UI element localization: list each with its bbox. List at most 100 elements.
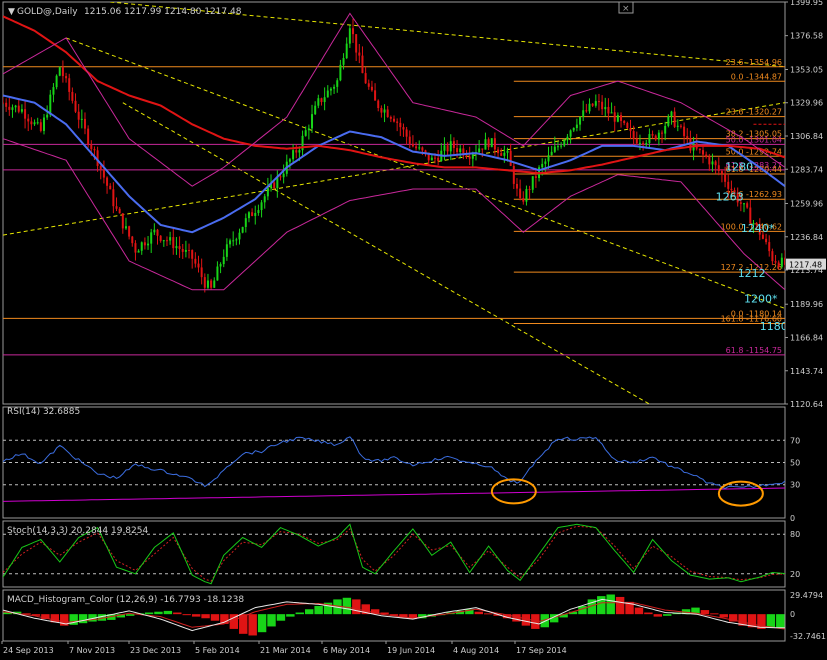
candle-body <box>626 123 629 129</box>
candle-body <box>55 75 58 88</box>
candle-body <box>156 229 159 236</box>
candle-body <box>320 98 323 103</box>
candle-body <box>389 116 392 119</box>
candle-body <box>459 148 462 153</box>
candle-body <box>11 107 14 110</box>
y-axis-tick-label: 1143.74 <box>790 367 823 376</box>
candle-body <box>140 242 143 251</box>
candle-body <box>102 169 105 178</box>
candle-body <box>260 202 263 211</box>
macd-histogram-bar <box>634 607 644 615</box>
macd-histogram-bar <box>597 596 606 615</box>
candle-body <box>683 126 686 137</box>
collapse-arrow-icon[interactable]: ▼ <box>8 7 15 17</box>
candle-body <box>506 150 509 153</box>
price-target-annotation: 1280 <box>725 160 753 173</box>
close-icon-glyph: × <box>622 4 630 14</box>
last-price-label: 1217.48 <box>789 261 822 270</box>
candle-body <box>522 198 525 202</box>
candle-body <box>80 118 83 120</box>
candle-body <box>323 97 326 103</box>
candle-body <box>112 189 115 207</box>
x-axis-tick-label: 24 Sep 2013 <box>3 646 54 655</box>
candle-body <box>620 115 623 121</box>
macd-histogram-bar <box>342 597 352 615</box>
candle-body <box>493 138 496 150</box>
candle-body <box>352 28 355 35</box>
candle-body <box>200 267 203 278</box>
candle-body <box>266 187 269 197</box>
macd-histogram-bar <box>154 611 163 615</box>
candle-body <box>65 76 68 79</box>
stoch-indicator-title: Stoch(14,3,3) 20.2844 19.8254 <box>7 526 148 536</box>
candle-body <box>175 246 178 249</box>
candle-body <box>115 206 118 209</box>
candle-body <box>225 244 228 257</box>
candle-body <box>487 139 490 148</box>
candle-body <box>326 90 329 98</box>
x-axis-tick-label: 4 Aug 2014 <box>453 646 499 655</box>
candle-body <box>124 226 127 229</box>
candle-body <box>566 136 569 141</box>
candle-body <box>169 237 172 241</box>
y-axis-tick-label: 1259.96 <box>790 199 823 208</box>
chart-symbol-title: GOLD@,Daily <box>17 7 78 17</box>
candle-body <box>206 280 209 288</box>
macd-histogram-bar <box>267 614 276 627</box>
candle-body <box>661 132 664 134</box>
candle-body <box>121 213 124 229</box>
y-axis-tick-label: 1329.96 <box>790 99 823 108</box>
candle-body <box>607 106 610 114</box>
candle-body <box>525 188 528 202</box>
x-axis-tick-label: 6 May 2014 <box>323 646 370 655</box>
candle-body <box>698 148 701 151</box>
candle-body <box>405 129 408 137</box>
macd-histogram-bar <box>663 614 672 616</box>
candle-body <box>601 101 604 110</box>
macd-histogram-bar <box>295 612 304 615</box>
candle-body <box>251 212 254 216</box>
candle-body <box>339 64 342 81</box>
candle-body <box>503 152 506 156</box>
candle-body <box>396 121 399 123</box>
candle-body <box>541 163 544 168</box>
candle-body <box>106 177 109 186</box>
candle-body <box>178 246 181 250</box>
chart-background <box>0 0 827 656</box>
candle-body <box>229 240 232 245</box>
y-axis-tick-label: 1166.84 <box>790 334 823 343</box>
candle-body <box>471 154 474 159</box>
candle-body <box>27 118 30 122</box>
candle-body <box>591 103 594 106</box>
candle-body <box>30 121 33 125</box>
candle-body <box>374 90 377 101</box>
candle-body <box>437 157 440 162</box>
candle-body <box>569 130 572 137</box>
candle-body <box>556 146 559 148</box>
candle-body <box>424 150 427 153</box>
macd-histogram-bar <box>710 613 719 615</box>
candle-body <box>402 127 405 130</box>
candle-body <box>708 157 711 165</box>
candle-body <box>761 234 764 239</box>
candle-body <box>17 105 20 112</box>
candle-body <box>509 150 512 166</box>
candle-body <box>714 161 717 166</box>
candle-body <box>449 141 452 152</box>
candle-body <box>623 120 626 124</box>
candle-body <box>585 110 588 112</box>
candle-body <box>292 150 295 160</box>
macd-histogram-bar <box>191 614 201 617</box>
candle-body <box>71 91 74 101</box>
candle-body <box>534 176 537 178</box>
candle-body <box>329 88 332 91</box>
x-axis-tick-label: 17 Sep 2014 <box>516 646 567 655</box>
candle-body <box>49 94 52 115</box>
candle-body <box>298 150 301 153</box>
candle-body <box>774 261 777 263</box>
candle-body <box>604 106 607 110</box>
candle-body <box>14 105 17 108</box>
macd-axis-label: -32.7461 <box>790 632 826 641</box>
candle-body <box>282 173 285 178</box>
candle-body <box>553 146 556 152</box>
